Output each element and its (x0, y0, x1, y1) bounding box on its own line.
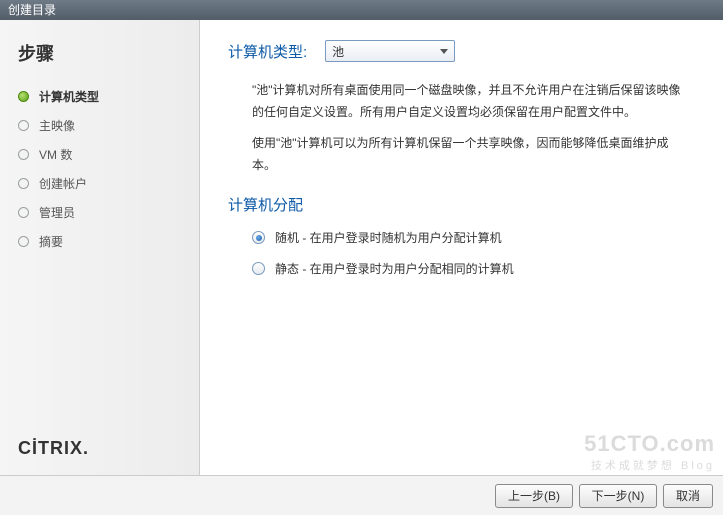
bullet-icon (18, 91, 29, 102)
sidebar: 步骤 计算机类型 主映像 VM 数 创建帐户 管理员 摘要 CİTRIX. (0, 20, 200, 475)
titlebar: 创建目录 (0, 0, 723, 20)
window-title: 创建目录 (8, 3, 56, 17)
sidebar-item-label: 创建帐户 (39, 175, 87, 192)
allocation-label: 计算机分配 (228, 194, 689, 215)
chevron-down-icon (440, 49, 448, 54)
description-block: "池"计算机对所有桌面使用同一个磁盘映像，并且不允许用户在注销后保留该映像的任何… (252, 80, 689, 176)
machine-type-dropdown[interactable]: 池 (325, 40, 455, 62)
radio-label: 静态 - 在用户登录时为用户分配相同的计算机 (275, 260, 514, 277)
steps-title: 步骤 (18, 40, 199, 66)
sidebar-item-administrators[interactable]: 管理员 (18, 204, 199, 221)
sidebar-item-label: VM 数 (39, 146, 72, 163)
brand-logo: CİTRIX. (18, 438, 89, 459)
next-button[interactable]: 下一步(N) (579, 484, 657, 508)
sidebar-item-create-accounts[interactable]: 创建帐户 (18, 175, 199, 192)
sidebar-item-machine-type[interactable]: 计算机类型 (18, 88, 199, 105)
radio-icon (252, 262, 265, 275)
type-label: 计算机类型: (228, 41, 307, 62)
radio-label: 随机 - 在用户登录时随机为用户分配计算机 (275, 229, 502, 246)
sidebar-item-label: 管理员 (39, 204, 75, 221)
allocation-radio-group: 随机 - 在用户登录时随机为用户分配计算机 静态 - 在用户登录时为用户分配相同… (252, 229, 689, 277)
bullet-icon (18, 178, 29, 189)
steps-list: 计算机类型 主映像 VM 数 创建帐户 管理员 摘要 (18, 88, 199, 250)
radio-static[interactable]: 静态 - 在用户登录时为用户分配相同的计算机 (252, 260, 689, 277)
sidebar-item-label: 摘要 (39, 233, 63, 250)
main-container: 步骤 计算机类型 主映像 VM 数 创建帐户 管理员 摘要 CİTRIX. 计算… (0, 20, 723, 475)
cancel-button[interactable]: 取消 (663, 484, 713, 508)
radio-random[interactable]: 随机 - 在用户登录时随机为用户分配计算机 (252, 229, 689, 246)
sidebar-item-label: 计算机类型 (39, 88, 99, 105)
content-panel: 计算机类型: 池 "池"计算机对所有桌面使用同一个磁盘映像，并且不允许用户在注销… (200, 20, 723, 475)
radio-icon (252, 231, 265, 244)
sidebar-item-label: 主映像 (39, 117, 75, 134)
description-text-2: 使用"池"计算机可以为所有计算机保留一个共享映像，因而能够降低桌面维护成本。 (252, 133, 689, 176)
bullet-icon (18, 236, 29, 247)
sidebar-item-summary[interactable]: 摘要 (18, 233, 199, 250)
bullet-icon (18, 149, 29, 160)
dropdown-value: 池 (332, 43, 344, 60)
sidebar-item-vm-count[interactable]: VM 数 (18, 146, 199, 163)
type-row: 计算机类型: 池 (228, 40, 689, 62)
back-button[interactable]: 上一步(B) (495, 484, 573, 508)
footer: 上一步(B) 下一步(N) 取消 (0, 475, 723, 515)
description-text-1: "池"计算机对所有桌面使用同一个磁盘映像，并且不允许用户在注销后保留该映像的任何… (252, 80, 689, 123)
bullet-icon (18, 207, 29, 218)
sidebar-item-master-image[interactable]: 主映像 (18, 117, 199, 134)
bullet-icon (18, 120, 29, 131)
